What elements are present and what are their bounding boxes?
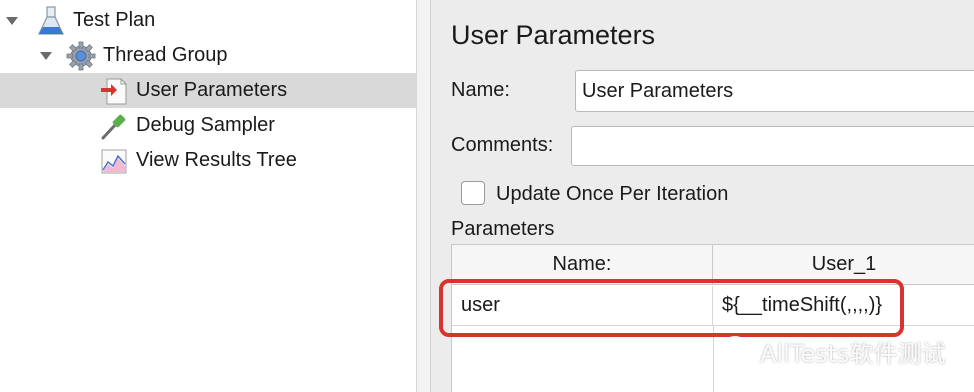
splitter[interactable] [417,0,431,392]
column-header-name[interactable]: Name: [452,245,713,285]
watermark: AllTests软件测试 [724,334,946,368]
tree-item-user-parameters[interactable]: User Parameters [0,73,417,108]
tree-item-label: Test Plan [73,9,156,31]
tree-item-view-results-tree[interactable]: View Results Tree [0,143,417,178]
user-parameters-icon [98,75,130,107]
tree-item-label: Debug Sampler [136,114,275,136]
tree-item-label: Thread Group [103,44,228,66]
wechat-icon [724,335,754,367]
column-divider [713,326,714,392]
tree-item-thread-group[interactable]: Thread Group [0,38,417,73]
flask-icon [35,5,67,37]
tree-item-debug-sampler[interactable]: Debug Sampler [0,108,417,143]
name-field[interactable]: User Parameters [575,70,974,112]
expand-arrow-icon[interactable] [39,49,53,63]
table-cell-param-value[interactable]: ${__timeShift(,,,,)} [713,286,974,326]
table-cell-param-name[interactable]: user [452,286,713,326]
comments-field[interactable] [571,126,974,166]
page-title: User Parameters [451,20,656,50]
tree-item-label: View Results Tree [136,149,297,171]
update-once-label: Update Once Per Iteration [496,183,729,205]
expand-arrow-icon[interactable] [5,14,19,28]
tree-item-label: User Parameters [136,79,288,101]
watermark-text: AllTests软件测试 [760,339,946,368]
name-label: Name: [451,79,510,101]
test-plan-tree: Test Plan Thread Group User Parameters D… [0,0,417,392]
update-once-checkbox[interactable] [461,181,485,205]
dropper-icon [98,110,130,142]
comments-label: Comments: [451,134,554,156]
gear-icon [65,40,97,72]
results-graph-icon [98,145,130,177]
tree-item-test-plan[interactable]: Test Plan [0,3,417,38]
parameters-label: Parameters [451,218,555,240]
parameters-table: Name: User_1 user ${__timeShift(,,,,)} [451,244,974,392]
column-header-user-1[interactable]: User_1 [713,245,974,285]
